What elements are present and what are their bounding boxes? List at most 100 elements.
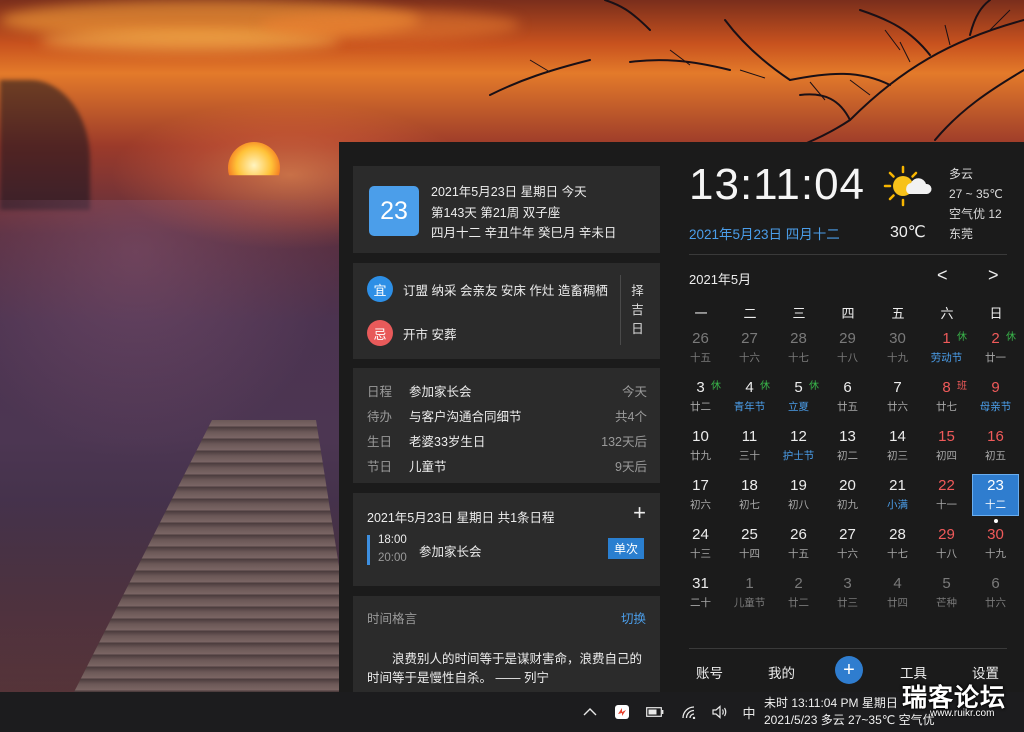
calendar-day-cell[interactable]: 27 十六 (727, 328, 772, 368)
calendar-day-cell[interactable]: 28 十七 (776, 328, 821, 368)
speaker-icon (712, 705, 727, 719)
weekday-header: 二 (743, 306, 757, 321)
calendar-day-cell[interactable]: 19 初八 (776, 475, 821, 515)
lunar-label: 十九 (985, 548, 1006, 560)
calendar-day-cell[interactable]: 5 立夏休 (776, 377, 821, 417)
battery-button[interactable] (643, 692, 667, 732)
weather-details[interactable]: 多云 27 ~ 35℃ 空气优 12 东莞 (949, 164, 1003, 244)
zeji-button[interactable]: 择 吉 日 (620, 275, 654, 345)
calendar-day-cell[interactable]: 1 劳动节休 (924, 328, 969, 368)
lunar-label: 十五 (690, 352, 711, 364)
calendar-day-cell[interactable]: 22 十一 (924, 475, 969, 515)
calendar-day-cell[interactable]: 16 初五 (973, 426, 1018, 466)
ime-indicator[interactable]: 中 (738, 692, 760, 732)
weather-condition: 多云 (949, 167, 974, 181)
calendar-day-cell[interactable]: 2 廿二 (776, 573, 821, 613)
calendar-day-cell[interactable]: 6 廿五 (825, 377, 870, 417)
calendar-day-cell[interactable]: 4 廿四 (875, 573, 920, 613)
event-row[interactable]: 生日 老婆33岁生日 132天后 (367, 430, 647, 450)
calendar-day-cell[interactable]: 2 廿一休 (973, 328, 1018, 368)
lunar-label: 十四 (739, 548, 760, 560)
calendar-day-cell[interactable]: 31 二十 (678, 573, 723, 613)
lunar-label: 廿二 (788, 597, 809, 609)
day-number: 27 (741, 330, 758, 347)
holiday-mark: 休 (809, 381, 819, 392)
event-row[interactable]: 节日 儿童节 9天后 (367, 455, 647, 475)
tray-app-button[interactable] (610, 692, 634, 732)
day-number: 30 (889, 330, 906, 347)
lunar-label: 十六 (739, 352, 760, 364)
calendar-day-cell[interactable]: 30 十九 (875, 328, 920, 368)
lunar-label: 廿七 (936, 401, 957, 413)
prev-month-button[interactable]: < (937, 265, 948, 286)
lunar-label: 立夏 (788, 401, 809, 413)
calendar-day-cell[interactable]: 1 儿童节 (727, 573, 772, 613)
calendar-day-cell[interactable]: 17 初六 (678, 475, 723, 515)
lunar-label: 十八 (936, 548, 957, 560)
event-row[interactable]: 待办 与客户沟通合同细节 共4个 (367, 405, 647, 425)
calendar-day-cell[interactable]: 3 廿三 (825, 573, 870, 613)
calendar-day-cell[interactable]: 26 十五 (776, 524, 821, 564)
lunar-label: 母亲节 (979, 401, 1012, 413)
calendar-day-cell[interactable]: 8 廿七班 (924, 377, 969, 417)
account-button[interactable]: 账号 (696, 662, 723, 682)
calendar-day-cell[interactable]: 24 十三 (678, 524, 723, 564)
day-number: 27 (839, 526, 856, 543)
schedule-title[interactable]: 参加家长会 (419, 541, 482, 560)
month-label[interactable]: 2021年5月 (689, 269, 751, 288)
day-number: 17 (692, 477, 709, 494)
quote-card: 时间格言 切换 浪费别人的时间等于是谋财害命，浪费自己的时间等于是慢性自杀。 —… (353, 596, 660, 692)
lunar-label: 芒种 (936, 597, 957, 609)
volume-button[interactable] (708, 692, 732, 732)
event-row[interactable]: 日程 参加家长会 今天 (367, 380, 647, 400)
big-clock: 13:11:04 (689, 160, 866, 209)
weekday-header: 四 (841, 306, 855, 321)
calendar-day-cell[interactable]: 30 十九 (973, 524, 1018, 564)
date-info-line: 2021年5月23日 星期日 今天 (431, 185, 587, 199)
day-number: 11 (741, 428, 758, 445)
wifi-icon (682, 706, 696, 719)
calendar-day-cell[interactable]: 26 十五 (678, 328, 723, 368)
quote-switch-button[interactable]: 切换 (621, 608, 646, 627)
date-info-line: 第143天 第21周 双子座 (431, 205, 561, 220)
calendar-day-cell[interactable]: 12 护士节 (776, 426, 821, 466)
yi-text: 订盟 纳采 会亲友 安床 作灶 造畜稠栖 (403, 283, 608, 298)
holiday-mark: 休 (1006, 332, 1016, 343)
calendar-day-cell[interactable]: 25 十四 (727, 524, 772, 564)
calendar-day-cell[interactable]: 28 十七 (875, 524, 920, 564)
calendar-day-cell[interactable]: 5 芒种 (924, 573, 969, 613)
calendar-day-cell[interactable]: 4 青年节休 (727, 377, 772, 417)
calendar-day-cell[interactable]: 14 初三 (875, 426, 920, 466)
network-button[interactable] (677, 692, 701, 732)
day-number: 16 (987, 428, 1004, 445)
event-title: 参加家长会 (409, 384, 472, 399)
calendar-day-cell[interactable]: 15 初四 (924, 426, 969, 466)
add-schedule-button[interactable]: + (633, 501, 646, 525)
almanac-card[interactable]: 宜 订盟 纳采 会亲友 安床 作灶 造畜稠栖 忌 开市 安葬 择 吉 日 (353, 263, 660, 359)
calendar-day-cell[interactable]: 9 母亲节 (973, 377, 1018, 417)
calendar-day-cell[interactable]: 18 初七 (727, 475, 772, 515)
calendar-day-cell[interactable]: 29 十八 (825, 328, 870, 368)
calendar-day-cell[interactable]: 13 初二 (825, 426, 870, 466)
calendar-day-cell[interactable]: 29 十八 (924, 524, 969, 564)
sun-cloud-icon (883, 165, 932, 207)
date-info-card[interactable]: 23 2021年5月23日 星期日 今天 第143天 第21周 双子座 四月十二… (353, 166, 660, 253)
calendar-day-cell[interactable]: 6 廿六 (973, 573, 1018, 613)
add-button[interactable]: + (835, 656, 863, 684)
event-title: 老婆33岁生日 (409, 434, 486, 449)
calendar-day-cell[interactable]: 11 三十 (727, 426, 772, 466)
calendar-day-cell[interactable]: 7 廿六 (875, 377, 920, 417)
temperature: 30℃ (890, 224, 926, 241)
calendar-day-cell[interactable]: 21 小满 (875, 475, 920, 515)
calendar-day-cell[interactable]: 10 廿九 (678, 426, 723, 466)
show-hidden-icons-button[interactable] (578, 692, 602, 732)
calendar-day-cell[interactable]: 3 廿二休 (678, 377, 723, 417)
wallpaper-branches (489, 0, 1024, 160)
lunar-label: 十六 (837, 548, 858, 560)
next-month-button[interactable]: > (988, 265, 999, 286)
lunar-label: 十一 (936, 499, 957, 511)
mine-button[interactable]: 我的 (768, 662, 795, 682)
calendar-day-cell[interactable]: 20 初九 (825, 475, 870, 515)
calendar-day-cell[interactable]: 23 十二 (972, 474, 1019, 523)
calendar-day-cell[interactable]: 27 十六 (825, 524, 870, 564)
